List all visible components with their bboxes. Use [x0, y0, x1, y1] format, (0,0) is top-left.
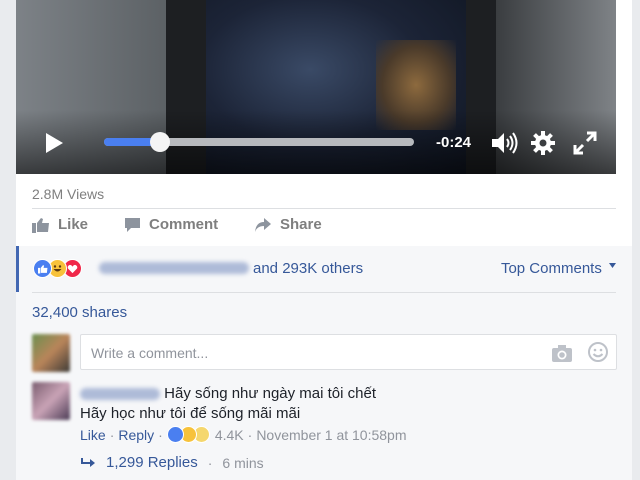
- replies-time: 6 mins: [222, 454, 264, 471]
- comment-composer: [80, 334, 617, 370]
- comment-reaction-count: 4.4K: [214, 427, 244, 443]
- settings-gear-icon[interactable]: [530, 130, 556, 156]
- share-button[interactable]: Share: [254, 216, 322, 233]
- view-replies[interactable]: 1,299 Replies · 6 mins: [80, 454, 264, 471]
- top-comments-dropdown[interactable]: Top Comments: [501, 260, 617, 277]
- like-icon: [33, 259, 52, 278]
- fullscreen-icon[interactable]: [572, 130, 598, 156]
- comment-author-name-blurred[interactable]: [80, 388, 160, 401]
- separator-dot: ·: [109, 427, 115, 443]
- comment-line-1: Hãy sống như ngày mai tôi chết: [80, 384, 376, 404]
- blurred-reactor-names[interactable]: [99, 262, 249, 274]
- video-time-remaining: -0:24: [436, 134, 472, 151]
- comment-timestamp[interactable]: November 1 at 10:58pm: [256, 427, 406, 443]
- share-label: Share: [280, 216, 322, 233]
- divider: [32, 292, 616, 293]
- video-progress-knob[interactable]: [149, 132, 170, 152]
- comment-label: Comment: [149, 216, 219, 233]
- reaction-icons: [33, 259, 97, 279]
- comment-text-line-1: Hãy sống như ngày mai tôi chết: [164, 385, 376, 402]
- comment-button[interactable]: Comment: [124, 216, 218, 233]
- caret-down-icon: [609, 263, 616, 268]
- emoji-icon[interactable]: [587, 341, 609, 363]
- play-icon[interactable]: [44, 132, 64, 154]
- video-progress-bar[interactable]: [104, 132, 414, 152]
- comment-input[interactable]: [89, 341, 533, 365]
- thumbs-up-icon: [32, 217, 49, 233]
- comment-text-line-2: Hãy học như tôi để sống mãi mãi: [80, 405, 301, 422]
- comment-like-link[interactable]: Like: [80, 427, 106, 443]
- like-icon: [166, 426, 184, 443]
- reply-arrow-icon: [81, 457, 95, 467]
- reactions-summary[interactable]: and 293K others Top Comments: [16, 246, 632, 292]
- separator-dot: ·: [207, 454, 213, 471]
- comments-section: and 293K others Top Comments 32,400 shar…: [16, 246, 632, 480]
- comment-meta: Like · Reply · 4.4K · November 1 at 10:5…: [80, 426, 407, 444]
- reactions-others-count[interactable]: and 293K others: [253, 260, 363, 277]
- share-count[interactable]: 32,400 shares: [32, 304, 127, 321]
- separator-dot: ·: [158, 427, 163, 443]
- comment-reactions[interactable]: [166, 426, 211, 444]
- view-count: 2.8M Views: [32, 186, 105, 202]
- comment-reply-link[interactable]: Reply: [118, 427, 154, 443]
- replies-count[interactable]: 1,299 Replies: [106, 454, 198, 471]
- comment-body: Hãy sống như ngày mai tôi chết Hãy học n…: [80, 384, 376, 424]
- commenter-avatar[interactable]: [32, 382, 70, 420]
- comment-bubble-icon: [125, 217, 140, 232]
- camera-icon[interactable]: [551, 343, 573, 363]
- separator-dot: ·: [247, 427, 253, 443]
- video-player[interactable]: [16, 0, 616, 174]
- divider: [32, 208, 616, 209]
- current-user-avatar[interactable]: [32, 334, 70, 372]
- share-arrow-icon: [255, 217, 271, 232]
- like-button[interactable]: Like: [32, 216, 88, 233]
- top-comments-label: Top Comments: [500, 260, 602, 277]
- volume-icon[interactable]: [490, 130, 518, 156]
- like-label: Like: [58, 216, 89, 233]
